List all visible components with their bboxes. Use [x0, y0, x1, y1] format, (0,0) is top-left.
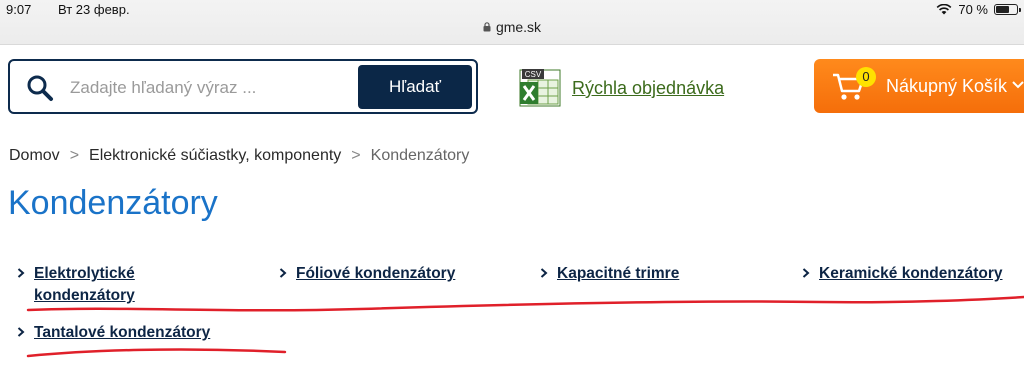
category-link-trimmers[interactable]: Kapacitné trimre	[557, 263, 679, 285]
lock-icon	[483, 22, 491, 32]
cart-button[interactable]: 0 Nákupný Košík	[814, 59, 1024, 113]
breadcrumb-home[interactable]: Domov	[9, 147, 60, 165]
cart-count-badge: 0	[856, 67, 876, 87]
search-icon	[27, 75, 53, 101]
address-bar[interactable]: gme.sk	[0, 19, 1024, 35]
battery-level-fill	[996, 6, 1010, 13]
category-item: Keramické kondenzátory	[802, 263, 1003, 285]
category-link-film[interactable]: Fóliové kondenzátory	[296, 263, 455, 285]
category-link-electrolytic[interactable]: Elektrolytické kondenzátory	[34, 263, 217, 307]
cart-label: Nákupný Košík	[886, 76, 1008, 96]
search-box: Hľadať	[8, 59, 478, 114]
csv-label: CSV	[525, 70, 542, 79]
battery-icon	[994, 4, 1021, 15]
wifi-icon	[936, 4, 952, 15]
breadcrumb-separator: >	[69, 147, 80, 164]
battery-percent: 70 %	[958, 2, 988, 17]
excel-csv-icon[interactable]: CSV	[518, 68, 562, 108]
search-button[interactable]: Hľadať	[358, 65, 472, 109]
chevron-right-icon	[17, 327, 25, 337]
chevron-right-icon	[279, 268, 287, 278]
breadcrumb-separator: >	[351, 147, 361, 164]
chevron-right-icon	[17, 268, 25, 278]
red-annotation-stroke-2	[26, 348, 287, 358]
chevron-right-icon	[540, 268, 548, 278]
category-link-ceramic[interactable]: Keramické kondenzátory	[819, 263, 1003, 285]
status-indicators: 70 %	[936, 2, 1021, 17]
breadcrumb-current: Kondenzátory	[370, 147, 470, 164]
url-text: gme.sk	[495, 19, 542, 35]
status-time: 9:07	[6, 2, 32, 17]
chevron-right-icon	[802, 268, 810, 278]
category-item: Fóliové kondenzátory	[279, 263, 455, 285]
category-item: Tantalové kondenzátory	[17, 322, 210, 344]
search-input[interactable]	[68, 73, 362, 103]
breadcrumb: Domov > Elektronické súčiastky, komponen…	[9, 147, 469, 165]
category-item: Kapacitné trimre	[540, 263, 679, 285]
category-link-tantalum[interactable]: Tantalové kondenzátory	[34, 322, 210, 344]
category-item: Elektrolytické kondenzátory	[17, 263, 217, 307]
breadcrumb-category[interactable]: Elektronické súčiastky, komponenty	[89, 147, 341, 165]
status-date: Вт 23 февр.	[58, 2, 130, 17]
quick-order-link[interactable]: Rýchla objednávka	[572, 78, 724, 99]
chevron-down-icon	[1012, 81, 1024, 89]
browser-topbar: 9:07 Вт 23 февр. 70 % gme.sk	[0, 0, 1024, 45]
page-title: Kondenzátory	[8, 184, 218, 222]
